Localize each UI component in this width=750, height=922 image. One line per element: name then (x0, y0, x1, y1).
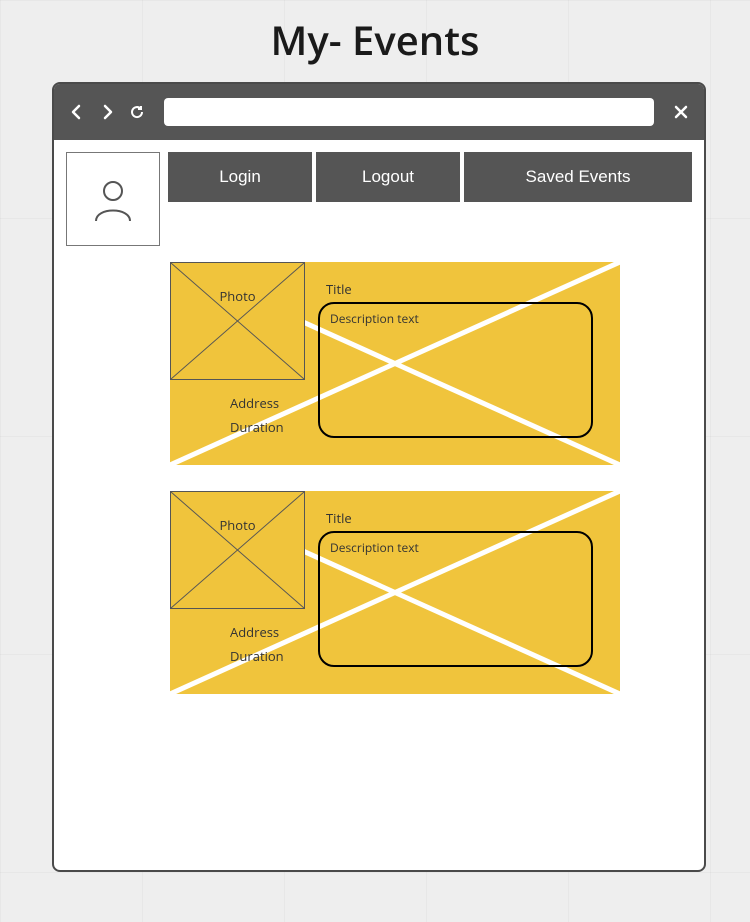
event-description-label: Description text (330, 539, 419, 556)
avatar (66, 152, 160, 246)
duration-label: Duration (230, 418, 284, 436)
event-description-box: Description text (318, 302, 593, 438)
back-icon[interactable] (68, 103, 86, 121)
address-label: Address (230, 623, 279, 641)
photo-label: Photo (171, 516, 304, 534)
page-title: My- Events (0, 0, 750, 77)
event-card[interactable]: Photo Address Duration Title Description… (170, 262, 620, 465)
url-input[interactable] (164, 98, 654, 126)
event-card[interactable]: Photo Address Duration Title Description… (170, 491, 620, 694)
address-label: Address (230, 394, 279, 412)
browser-window: Login Logout Saved Events Photo Ad (52, 82, 706, 872)
event-description-label: Description text (330, 310, 419, 327)
event-photo-placeholder: Photo (170, 491, 305, 609)
browser-toolbar (54, 84, 704, 140)
nav-buttons: Login Logout Saved Events (168, 152, 692, 202)
person-icon (88, 174, 138, 224)
duration-label: Duration (230, 647, 284, 665)
event-title-label: Title (326, 280, 352, 298)
close-icon[interactable] (672, 103, 690, 121)
logout-button[interactable]: Logout (316, 152, 460, 202)
reload-icon[interactable] (128, 103, 146, 121)
login-button[interactable]: Login (168, 152, 312, 202)
top-row: Login Logout Saved Events (66, 152, 692, 246)
saved-events-button[interactable]: Saved Events (464, 152, 692, 202)
event-cards: Photo Address Duration Title Description… (170, 262, 620, 720)
photo-label: Photo (171, 287, 304, 305)
forward-icon[interactable] (98, 103, 116, 121)
event-photo-placeholder: Photo (170, 262, 305, 380)
event-description-box: Description text (318, 531, 593, 667)
event-title-label: Title (326, 509, 352, 527)
page-content: Login Logout Saved Events Photo Ad (54, 140, 704, 870)
